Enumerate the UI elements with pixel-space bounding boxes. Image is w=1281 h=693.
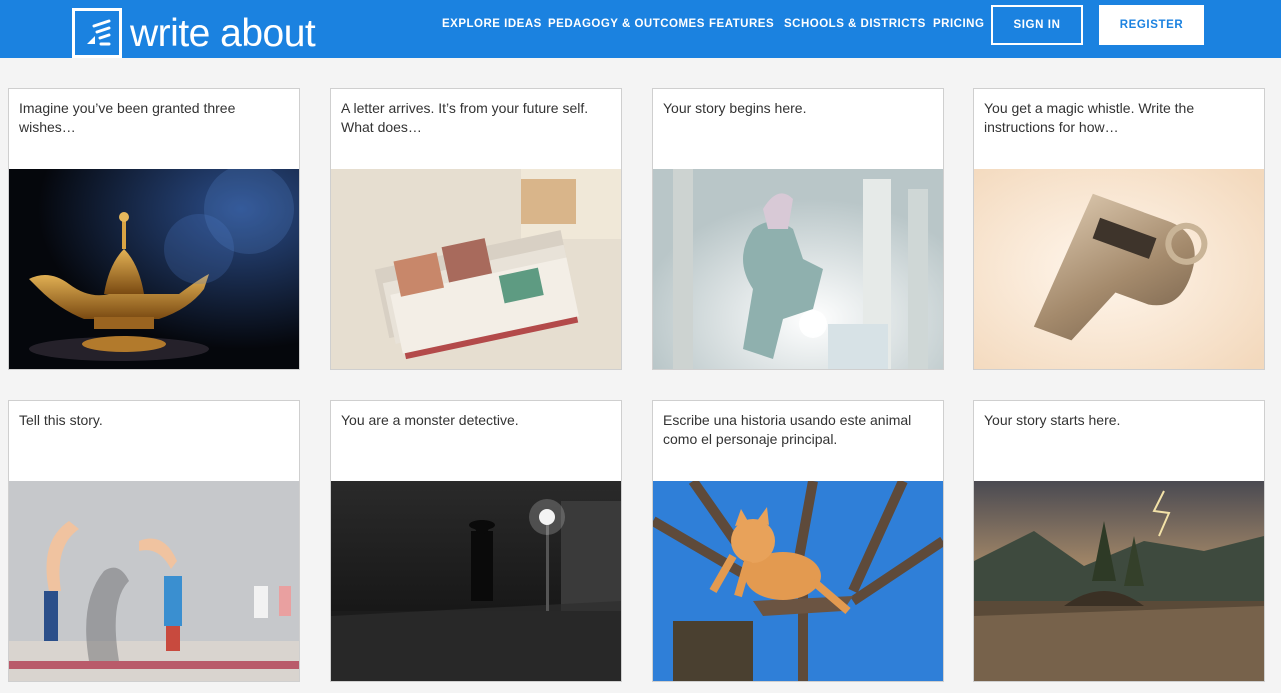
sign-in-button[interactable]: SIGN IN (991, 5, 1083, 45)
nav-pricing[interactable]: PRICING (933, 0, 984, 48)
nav-pedagogy-outcomes[interactable]: PEDAGOGY & OUTCOMES (548, 0, 705, 48)
letters-stack-image (331, 169, 621, 369)
nav-explore-ideas[interactable]: EXPLORE IDEAS (442, 0, 542, 48)
prompt-card[interactable]: Escribe una historia usando este animal … (652, 400, 944, 682)
carousel-horse-image (653, 169, 943, 369)
magic-lamp-image (9, 169, 299, 369)
card-prompt-text: Your story starts here. (984, 412, 1121, 428)
prompt-card[interactable]: Tell this story. (8, 400, 300, 682)
register-button[interactable]: REGISTER (1099, 5, 1204, 45)
card-prompt-text: Your story begins here. (663, 100, 807, 116)
brand-logo[interactable]: write about (72, 8, 316, 58)
jumping-cat-image (653, 481, 943, 681)
stretched-people-wall-image (9, 481, 299, 681)
prompt-card[interactable]: Imagine you’ve been granted three wishes… (8, 88, 300, 370)
nav-features[interactable]: FEATURES (709, 0, 774, 48)
card-prompt-text: Escribe una historia usando este animal … (663, 412, 912, 447)
card-prompt-text: You are a monster detective. (341, 412, 519, 428)
card-prompt-text: You get a magic whistle. Write the instr… (984, 100, 1195, 135)
card-prompt-text: Imagine you’ve been granted three wishes… (19, 100, 236, 135)
prompt-card[interactable]: A letter arrives. It’s from your future … (330, 88, 622, 370)
lake-island-storm-image (974, 481, 1264, 681)
logo-mark-icon (72, 8, 122, 58)
prompt-card[interactable]: You get a magic whistle. Write the instr… (973, 88, 1265, 370)
prompt-card[interactable]: Your story starts here. (973, 400, 1265, 682)
card-prompt-text: A letter arrives. It’s from your future … (341, 100, 589, 135)
night-street-figure-image (331, 481, 621, 681)
card-prompt-text: Tell this story. (19, 412, 103, 428)
prompt-card[interactable]: You are a monster detective. (330, 400, 622, 682)
top-navigation-bar: write about EXPLORE IDEAS PEDAGOGY & OUT… (0, 0, 1281, 58)
brand-name: write about (130, 11, 316, 55)
whistle-image (974, 169, 1264, 369)
prompt-card[interactable]: Your story begins here. (652, 88, 944, 370)
nav-schools-districts[interactable]: SCHOOLS & DISTRICTS (784, 0, 926, 48)
